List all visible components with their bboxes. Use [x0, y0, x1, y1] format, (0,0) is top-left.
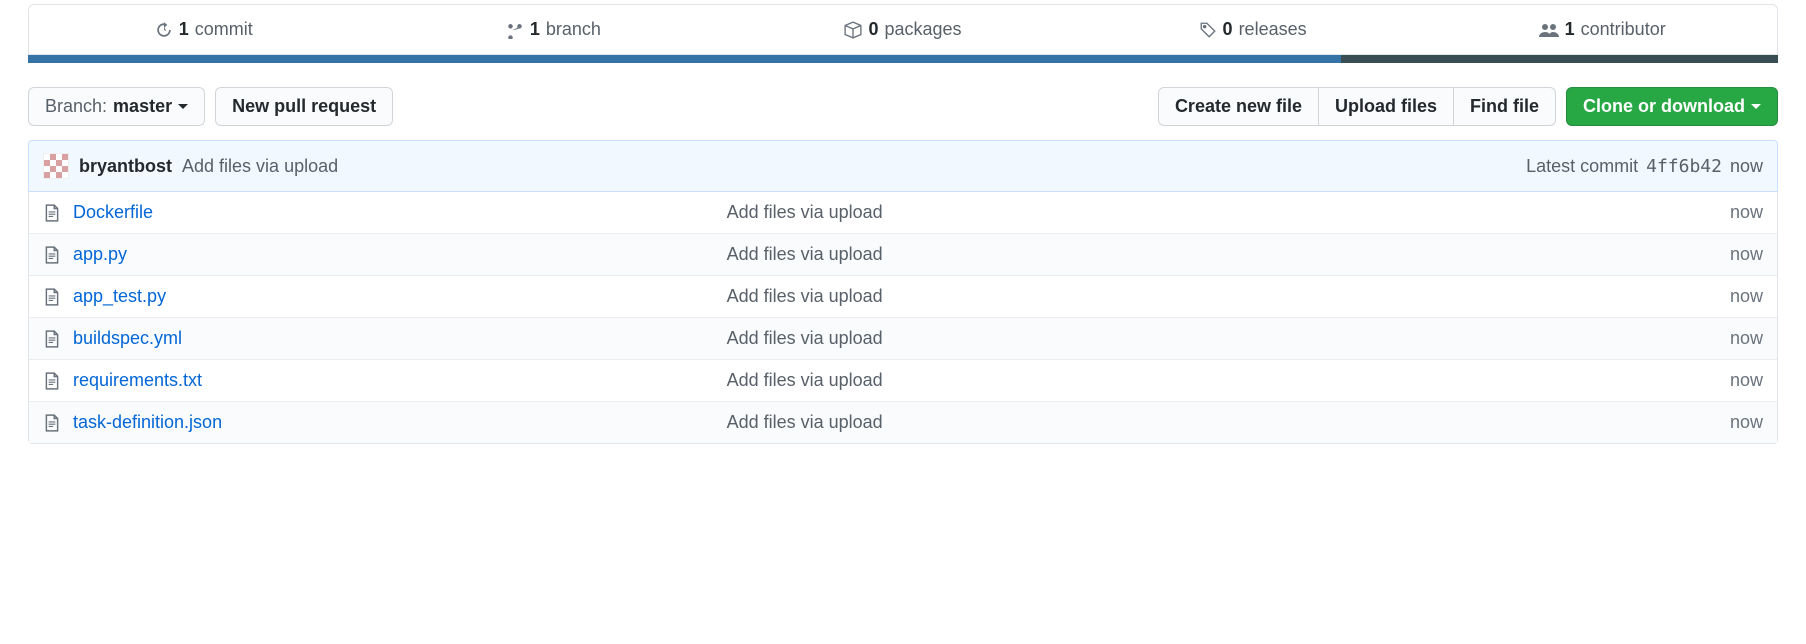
language-bar-segment — [28, 55, 1341, 63]
file-icon — [43, 288, 61, 306]
releases-count: 0 — [1223, 19, 1233, 40]
file-icon — [43, 246, 61, 264]
file-time: now — [1730, 202, 1763, 223]
new-pull-request-button[interactable]: New pull request — [215, 87, 393, 126]
branches-count: 1 — [530, 19, 540, 40]
branches-stat[interactable]: 1 branch — [379, 5, 729, 54]
file-name-link[interactable]: Dockerfile — [73, 202, 727, 223]
file-name-link[interactable]: task-definition.json — [73, 412, 727, 433]
file-commit-message[interactable]: Add files via upload — [727, 244, 1730, 265]
commit-sha[interactable]: 4ff6b42 — [1646, 156, 1722, 177]
packages-stat[interactable]: 0 packages — [728, 5, 1078, 54]
file-icon — [43, 414, 61, 432]
commits-count: 1 — [179, 19, 189, 40]
branches-label: branch — [546, 19, 601, 40]
file-commit-message[interactable]: Add files via upload — [727, 412, 1730, 433]
releases-stat[interactable]: 0 releases — [1078, 5, 1428, 54]
latest-commit-bar: bryantbost Add files via upload Latest c… — [28, 140, 1778, 192]
packages-count: 0 — [868, 19, 878, 40]
file-commit-message[interactable]: Add files via upload — [727, 202, 1730, 223]
commit-time: now — [1730, 156, 1763, 177]
file-name-link[interactable]: requirements.txt — [73, 370, 727, 391]
package-icon — [844, 21, 862, 39]
latest-commit-label: Latest commit — [1526, 156, 1638, 177]
language-bar — [28, 55, 1778, 63]
file-toolbar: Branch: master New pull request Create n… — [28, 87, 1778, 126]
packages-label: packages — [884, 19, 961, 40]
file-time: now — [1730, 328, 1763, 349]
branch-select-button[interactable]: Branch: master — [28, 87, 205, 126]
language-bar-segment — [1341, 55, 1779, 63]
file-time: now — [1730, 412, 1763, 433]
clone-download-button[interactable]: Clone or download — [1566, 87, 1778, 126]
file-row: app_test.pyAdd files via uploadnow — [29, 275, 1777, 317]
file-commit-message[interactable]: Add files via upload — [727, 370, 1730, 391]
contributors-stat[interactable]: 1 contributor — [1427, 5, 1777, 54]
history-icon — [155, 21, 173, 39]
clone-label: Clone or download — [1583, 96, 1745, 117]
file-name-link[interactable]: app.py — [73, 244, 727, 265]
file-row: DockerfileAdd files via uploadnow — [29, 192, 1777, 233]
branch-prefix: Branch: — [45, 96, 107, 117]
avatar[interactable] — [43, 153, 69, 179]
file-row: buildspec.ymlAdd files via uploadnow — [29, 317, 1777, 359]
commits-stat[interactable]: 1 commit — [29, 5, 379, 54]
contributors-count: 1 — [1565, 19, 1575, 40]
tag-icon — [1199, 21, 1217, 39]
file-name-link[interactable]: buildspec.yml — [73, 328, 727, 349]
file-time: now — [1730, 370, 1763, 391]
people-icon — [1539, 21, 1559, 39]
chevron-down-icon — [1751, 104, 1761, 114]
releases-label: releases — [1239, 19, 1307, 40]
file-row: task-definition.jsonAdd files via upload… — [29, 401, 1777, 443]
repo-stats-bar: 1 commit 1 branch 0 packages 0 releases … — [28, 4, 1778, 55]
file-commit-message[interactable]: Add files via upload — [727, 328, 1730, 349]
file-icon — [43, 204, 61, 222]
file-time: now — [1730, 244, 1763, 265]
file-list: DockerfileAdd files via uploadnowapp.pyA… — [28, 192, 1778, 444]
branch-name: master — [113, 96, 172, 117]
upload-files-button[interactable]: Upload files — [1318, 87, 1454, 126]
file-row: app.pyAdd files via uploadnow — [29, 233, 1777, 275]
file-name-link[interactable]: app_test.py — [73, 286, 727, 307]
branch-icon — [506, 21, 524, 39]
file-row: requirements.txtAdd files via uploadnow — [29, 359, 1777, 401]
file-actions-group: Create new file Upload files Find file — [1158, 87, 1556, 126]
file-commit-message[interactable]: Add files via upload — [727, 286, 1730, 307]
file-icon — [43, 372, 61, 390]
contributors-label: contributor — [1581, 19, 1666, 40]
create-new-file-button[interactable]: Create new file — [1158, 87, 1319, 126]
find-file-button[interactable]: Find file — [1453, 87, 1556, 126]
commits-label: commit — [195, 19, 253, 40]
chevron-down-icon — [178, 104, 188, 114]
file-icon — [43, 330, 61, 348]
file-time: now — [1730, 286, 1763, 307]
commit-message[interactable]: Add files via upload — [182, 156, 338, 177]
commit-author[interactable]: bryantbost — [79, 156, 172, 177]
